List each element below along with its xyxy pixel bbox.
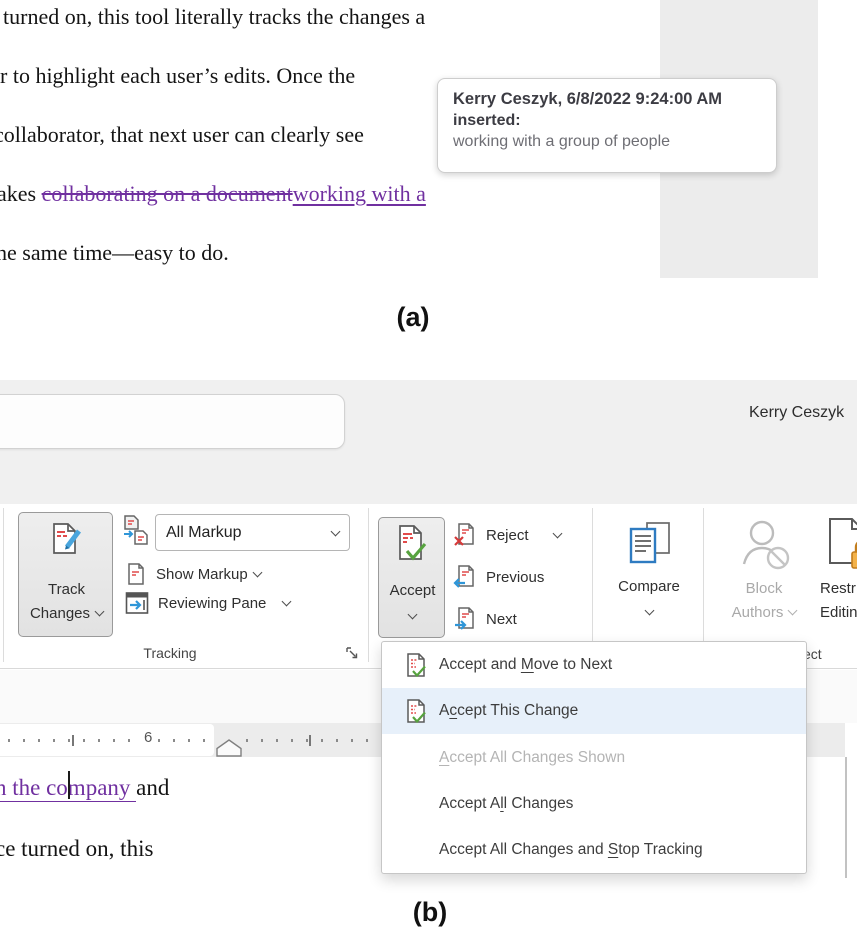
doc-line: he same time—easy to do. (0, 240, 229, 266)
menu-item-accept-all-stop-tracking[interactable]: Accept All Changes and Stop Tracking (382, 827, 806, 873)
inserted-text: working with a (293, 181, 426, 206)
compare-icon (625, 520, 673, 572)
document-edge-line (845, 757, 847, 878)
restrict-editing-label: Restr (820, 580, 856, 597)
doc-line: r to highlight each user’s edits. Once t… (0, 63, 355, 89)
restrict-editing-icon (826, 516, 857, 574)
tracking-group-label: Tracking (130, 645, 210, 661)
ruler-ticks (246, 739, 376, 742)
compare-button[interactable]: Compare (604, 514, 694, 634)
doc-line: collaborator, that next user can clearly… (0, 122, 364, 148)
reviewing-pane-label: Reviewing Pane (158, 595, 266, 612)
chevron-down-icon (552, 529, 562, 539)
display-for-review-value: All Markup (166, 524, 242, 542)
previous-icon (453, 564, 476, 590)
next-label: Next (486, 611, 517, 628)
reject-icon (453, 522, 476, 548)
track-changes-label: Track (19, 581, 114, 598)
menu-item-accept-move-next[interactable]: Accept and Move to Next (382, 642, 806, 688)
ruler-inch-number: 6 (140, 729, 156, 746)
reviewing-pane-button[interactable]: Reviewing Pane (125, 590, 290, 616)
doc-line: turned on, this tool literally tracks th… (3, 4, 425, 30)
caption-b: (b) (404, 897, 456, 928)
next-icon (453, 606, 476, 632)
track-changes-button[interactable]: Track Changes (18, 512, 113, 637)
chevron-down-icon (331, 526, 341, 536)
restrict-editing-label2: Editin (820, 604, 857, 621)
doc-text: and (136, 775, 169, 800)
chevron-down-icon (95, 607, 105, 617)
block-authors-label2: Authors (716, 604, 812, 621)
caption-a: (a) (388, 302, 438, 333)
group-separator (703, 508, 704, 662)
show-markup-label: Show Markup (156, 566, 248, 583)
restrict-editing-button[interactable]: Restr Editin (818, 514, 857, 634)
block-authors-button: Block Authors (716, 514, 812, 634)
text-cursor (68, 771, 70, 799)
menu-item-accept-all[interactable]: Accept All Changes (382, 781, 806, 827)
chevron-down-icon (644, 606, 654, 616)
tooltip-action-label: inserted: (453, 112, 761, 130)
reject-label: Reject (486, 527, 529, 544)
display-for-review-icon (121, 514, 151, 546)
doc-line-tracked-insertion: n the company and (0, 775, 169, 801)
block-authors-label: Block (716, 580, 812, 597)
accept-icon (395, 524, 431, 564)
doc-line-tracked-change: akes collaborating on a documentworking … (0, 181, 426, 207)
tracking-dialog-launcher-icon[interactable] (345, 646, 359, 660)
tooltip-inserted-text: working with a group of people (453, 133, 761, 151)
ribbon-separator (3, 508, 4, 662)
show-markup-icon (126, 562, 146, 586)
reviewing-pane-icon (125, 591, 149, 615)
group-separator (592, 508, 593, 662)
accept-split-button[interactable]: Accept (378, 517, 445, 638)
group-separator (368, 508, 369, 662)
accept-change-icon (403, 698, 429, 725)
chevron-down-icon (408, 610, 418, 620)
ruler-halfinch-tick (72, 735, 74, 746)
tooltip-author-timestamp: Kerry Ceszyk, 6/8/2022 9:24:00 AM (453, 90, 761, 109)
menu-item-accept-this-change[interactable]: Accept This Change (382, 688, 806, 734)
ruler-ticks (8, 739, 210, 742)
accept-dropdown-arrow[interactable] (379, 608, 446, 626)
display-for-review-select[interactable]: All Markup (155, 514, 350, 551)
chevron-down-icon (788, 606, 798, 616)
next-change-button[interactable]: Next (453, 606, 517, 632)
chevron-down-icon (282, 597, 292, 607)
block-authors-icon (740, 518, 792, 574)
previous-change-button[interactable]: Previous (453, 564, 544, 590)
track-changes-label2: Changes (19, 605, 114, 622)
track-change-tooltip: Kerry Ceszyk, 6/8/2022 9:24:00 AM insert… (437, 78, 777, 173)
accept-dropdown-menu: Accept and Move to Next Accept This Chan… (381, 641, 807, 874)
doc-line: ce turned on, this (0, 836, 153, 862)
menu-item-accept-all-shown: Accept All Changes Shown (382, 734, 806, 780)
account-user-name[interactable]: Kerry Ceszyk (749, 404, 857, 422)
previous-label: Previous (486, 569, 544, 586)
accept-label: Accept (379, 582, 446, 599)
reject-button[interactable]: Reject (453, 522, 561, 548)
deleted-text: collaborating on a document (42, 181, 293, 206)
show-markup-button[interactable]: Show Markup (126, 561, 261, 587)
figure: turned on, this tool literally tracks th… (0, 0, 857, 938)
ruler-halfinch-tick (309, 735, 311, 746)
doc-text: akes (0, 181, 42, 206)
first-line-indent-marker[interactable] (216, 739, 242, 757)
compare-label: Compare (604, 578, 694, 595)
chevron-down-icon (252, 568, 262, 578)
accept-change-icon (403, 652, 429, 679)
track-changes-icon (47, 521, 85, 561)
search-input[interactable] (0, 394, 345, 449)
